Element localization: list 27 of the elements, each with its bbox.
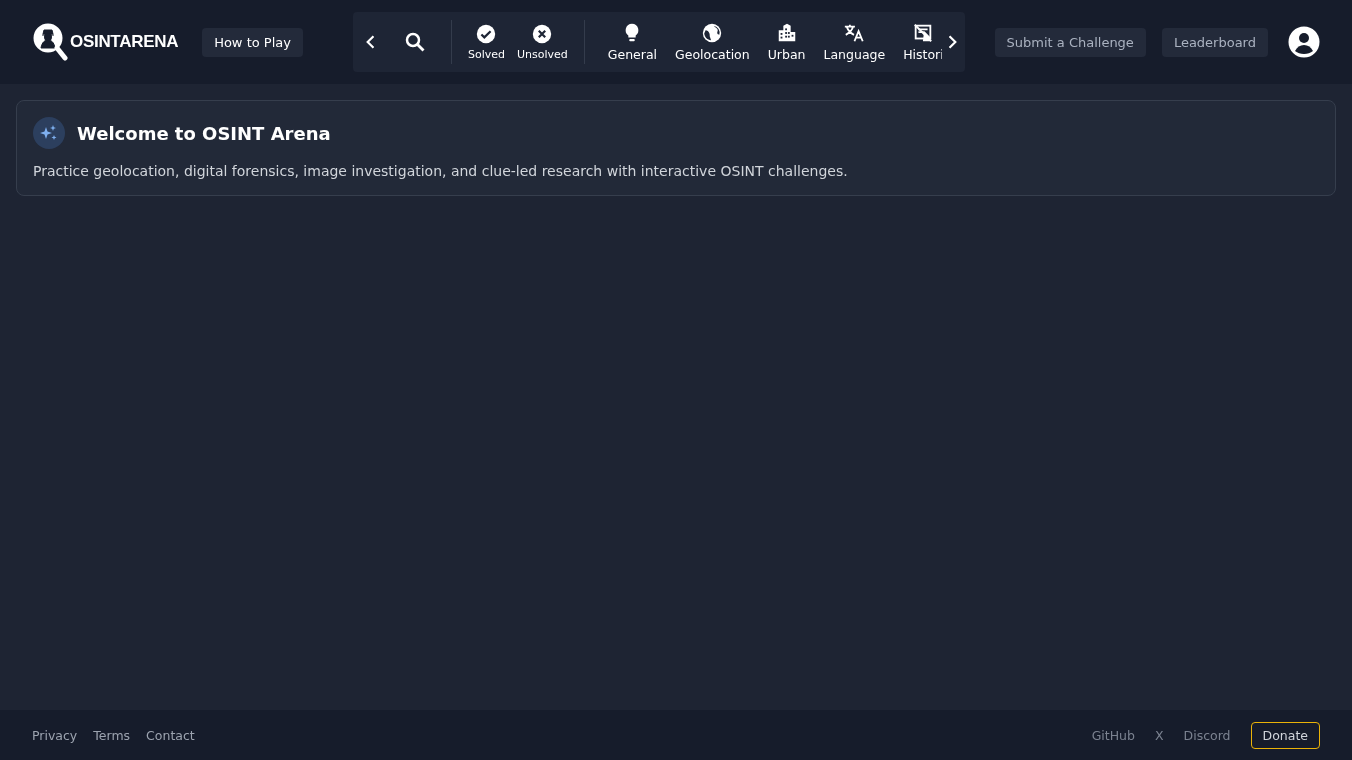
footer-link[interactable]: Contact [146, 727, 195, 743]
welcome-text: Practice geolocation, digital forensics, image investigation, and clue-led research with interactive OSINT challenges. [33, 163, 849, 179]
translate-icon [843, 22, 866, 44]
check-circle-icon [475, 23, 498, 45]
filter-button[interactable]: Urban [758, 22, 815, 62]
social-link[interactable]: X [1154, 727, 1164, 743]
filter-button[interactable]: Language [814, 22, 895, 62]
nav-button[interactable]: Submit a Challenge [994, 27, 1146, 57]
filter-button[interactable]: Unsolved [510, 23, 574, 61]
sparkle-icon [33, 117, 65, 149]
logo-wordmark[interactable]: OSINTARENA [70, 32, 179, 52]
filter-button[interactable]: General [598, 22, 667, 62]
how-to-play-button[interactable]: How to Play [202, 27, 303, 57]
filter-button[interactable]: Histori [894, 22, 943, 62]
user-avatar-icon[interactable] [1288, 26, 1320, 58]
social-link[interactable]: GitHub [1091, 727, 1135, 743]
nav-button[interactable]: Leaderboard [1161, 27, 1268, 57]
filter-button[interactable]: Solved [461, 23, 511, 61]
footer-link[interactable]: Privacy [32, 727, 78, 743]
magnifier-logo-icon [32, 22, 68, 62]
filter-button[interactable]: Geolocation [666, 22, 759, 62]
x-circle-icon [531, 23, 554, 45]
donate-button[interactable]: Donate [1250, 721, 1320, 749]
footer-link[interactable]: Terms [93, 727, 131, 743]
social-link[interactable]: Discord [1183, 727, 1231, 743]
globe-icon [701, 22, 724, 44]
welcome-title: Welcome to OSINT Arena [77, 122, 331, 144]
